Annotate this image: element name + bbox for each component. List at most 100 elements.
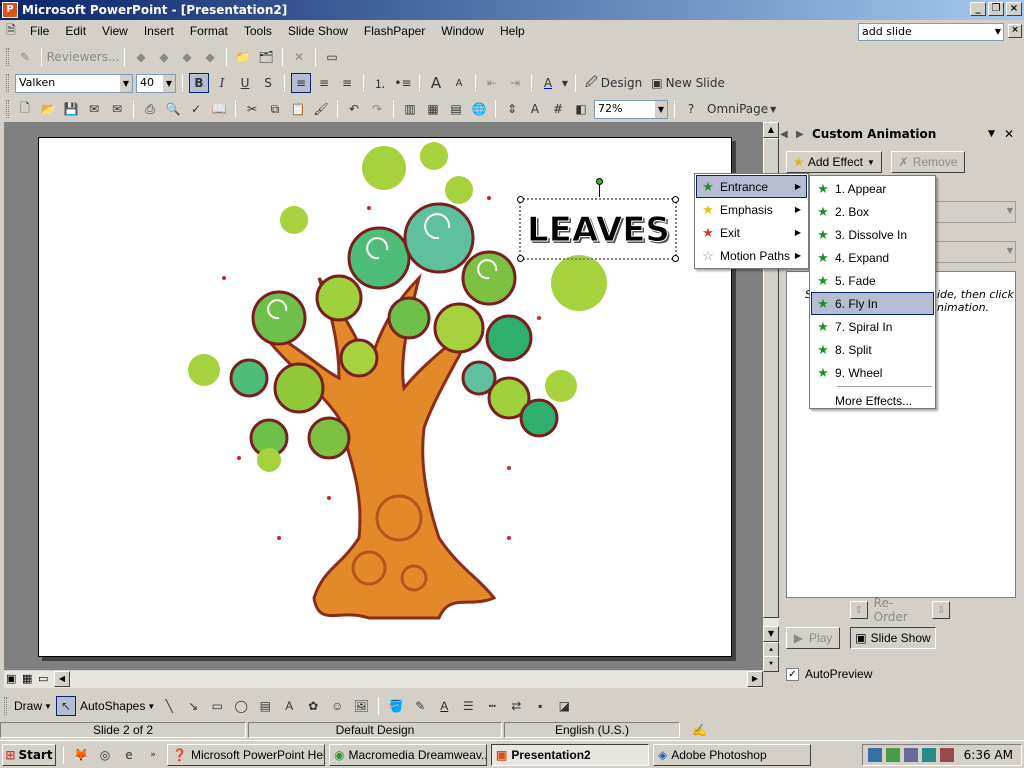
oval-icon[interactable]: ◯ — [231, 696, 251, 716]
new-icon[interactable]: 🗋 — [15, 99, 35, 119]
effect-fly-in[interactable]: ★ 6. Fly In — [811, 292, 934, 315]
quick-launch-icon[interactable]: ◎ — [95, 745, 115, 765]
title-placeholder[interactable]: LEAVES — [517, 178, 679, 262]
increase-font-icon[interactable]: A — [426, 73, 446, 93]
expand-all-icon[interactable]: ⇕ — [502, 99, 522, 119]
effect-spiral-in[interactable]: ★ 7. Spiral In — [811, 315, 934, 338]
forward-arrow-icon[interactable]: ▶ — [796, 129, 812, 140]
print-preview-icon[interactable]: 🔍 — [163, 99, 183, 119]
restore-button[interactable]: ❐ — [988, 2, 1004, 16]
table-icon[interactable]: ▦ — [423, 99, 443, 119]
remove-button[interactable]: ✗ Remove — [891, 151, 965, 173]
autoshapes-button[interactable]: AutoShapes ▼ — [80, 699, 155, 713]
wordart-icon[interactable]: A — [279, 696, 299, 716]
align-center-icon[interactable]: ≡ — [314, 73, 334, 93]
slide-show-button[interactable]: ▣ Slide Show — [850, 627, 936, 649]
scroll-up-icon[interactable]: ▲ — [763, 122, 779, 138]
spelling-icon[interactable]: ✓ — [186, 99, 206, 119]
decrease-indent-icon[interactable]: ⇤ — [482, 73, 502, 93]
menu-item-emphasis[interactable]: ★ Emphasis ▶ — [696, 198, 807, 221]
close-document-button[interactable]: × — [1008, 24, 1022, 38]
effect-expand[interactable]: ★ 4. Expand — [811, 246, 934, 269]
network-icon[interactable] — [867, 748, 882, 762]
hyperlink-icon[interactable]: 🌐 — [469, 99, 489, 119]
effect-dissolve-in[interactable]: ★ 3. Dissolve In — [811, 223, 934, 246]
property-select[interactable]: ▼ — [930, 201, 1016, 223]
font-color-icon[interactable]: A — [538, 73, 558, 93]
align-right-icon[interactable]: ≡ — [337, 73, 357, 93]
play-button[interactable]: ▶ Play — [786, 627, 840, 649]
resize-handle[interactable] — [672, 196, 679, 203]
line-style-icon[interactable]: ☰ — [458, 696, 478, 716]
permission-icon[interactable]: ✉ — [84, 99, 104, 119]
speed-select[interactable]: ▼ — [930, 241, 1016, 263]
tray-app-icon[interactable] — [939, 748, 954, 762]
3d-style-icon[interactable]: ◪ — [554, 696, 574, 716]
increase-indent-icon[interactable]: ⇥ — [505, 73, 525, 93]
research-icon[interactable]: 📖 — [209, 99, 229, 119]
menu-edit[interactable]: Edit — [57, 24, 94, 38]
zoom-select[interactable]: 72% ▼ — [594, 99, 668, 119]
picture-icon[interactable]: 🖼 — [351, 696, 371, 716]
menu-slide-show[interactable]: Slide Show — [280, 24, 356, 38]
chevron-right-icon[interactable]: » — [143, 745, 163, 765]
more-effects[interactable]: More Effects... — [811, 389, 934, 412]
select-objects-icon[interactable]: ↖ — [55, 696, 76, 716]
omnipage-button[interactable]: OmniPage ▼ — [704, 99, 779, 119]
slide-canvas[interactable]: LEAVES — [38, 137, 732, 657]
show-formatting-icon[interactable]: A — [525, 99, 545, 119]
reviewing-pane-icon[interactable]: ▭ — [322, 47, 342, 67]
format-painter-icon[interactable]: 🖌 — [311, 99, 331, 119]
numbering-icon[interactable]: ⒈ — [370, 73, 390, 93]
previous-comment-icon[interactable]: ◆ — [131, 47, 151, 67]
resize-handle[interactable] — [672, 255, 679, 262]
bold-button[interactable]: B — [189, 73, 209, 93]
menu-format[interactable]: Format — [182, 24, 236, 38]
email-icon[interactable]: ✉ — [107, 99, 127, 119]
font-color-icon[interactable]: A — [434, 696, 454, 716]
tray-app-icon[interactable] — [885, 748, 900, 762]
copy-icon[interactable]: ⧉ — [265, 99, 285, 119]
start-button[interactable]: ⊞ Start — [2, 743, 56, 766]
chart-icon[interactable]: ▥ — [400, 99, 420, 119]
resize-handle[interactable] — [517, 196, 524, 203]
color-grayscale-icon[interactable]: ◧ — [571, 99, 591, 119]
move-up-icon[interactable]: ⇧ — [850, 601, 868, 619]
tables-borders-icon[interactable]: ▤ — [446, 99, 466, 119]
move-down-icon[interactable]: ⇩ — [932, 601, 951, 619]
bullets-icon[interactable]: •≡ — [393, 73, 413, 93]
menu-insert[interactable]: Insert — [136, 24, 182, 38]
insert-comment-icon[interactable]: 📁 — [233, 47, 253, 67]
quick-launch-icon[interactable]: 🦊 — [71, 745, 91, 765]
menu-item-motion-paths[interactable]: ☆ Motion Paths ▶ — [696, 244, 807, 267]
rectangle-icon[interactable]: ▭ — [207, 696, 227, 716]
menu-flashpaper[interactable]: FlashPaper — [356, 24, 433, 38]
open-icon[interactable]: 📂 — [38, 99, 58, 119]
font-size-select[interactable]: 40 ▼ — [136, 73, 176, 93]
arrow-icon[interactable]: ↘ — [183, 696, 203, 716]
fill-color-icon[interactable]: 🪣 — [386, 696, 406, 716]
undo-icon[interactable]: ↶ — [344, 99, 364, 119]
task-presentation2[interactable]: ▣ Presentation2 — [491, 743, 649, 766]
add-effect-button[interactable]: ★ Add Effect ▼ — [786, 151, 882, 173]
resize-handle[interactable] — [517, 255, 524, 262]
task-powerpoint-help[interactable]: ❓ Microsoft PowerPoint Help — [167, 743, 325, 766]
underline-button[interactable]: U — [235, 73, 255, 93]
menu-view[interactable]: View — [94, 24, 136, 38]
tray-app-icon[interactable] — [921, 748, 936, 762]
normal-view-icon[interactable]: ▣ — [6, 672, 16, 685]
ask-question-box[interactable]: add slide — [858, 23, 1004, 41]
draw-menu-button[interactable]: Draw ▼ — [14, 699, 52, 713]
next-slide-icon[interactable]: ⯆ — [763, 656, 779, 672]
arrow-style-icon[interactable]: ⇄ — [506, 696, 526, 716]
line-icon[interactable]: ╲ — [159, 696, 179, 716]
help-icon[interactable]: ? — [681, 99, 701, 119]
italic-button[interactable]: I — [212, 73, 232, 93]
menu-file[interactable]: File — [22, 24, 57, 38]
powerpoint-app-icon[interactable]: P — [2, 2, 18, 18]
internet-explorer-icon[interactable]: e — [119, 745, 139, 765]
cut-icon[interactable]: ✂ — [242, 99, 262, 119]
clock[interactable]: 6:36 AM — [964, 748, 1013, 762]
redo-icon[interactable]: ↷ — [367, 99, 387, 119]
effect-split[interactable]: ★ 8. Split — [811, 338, 934, 361]
